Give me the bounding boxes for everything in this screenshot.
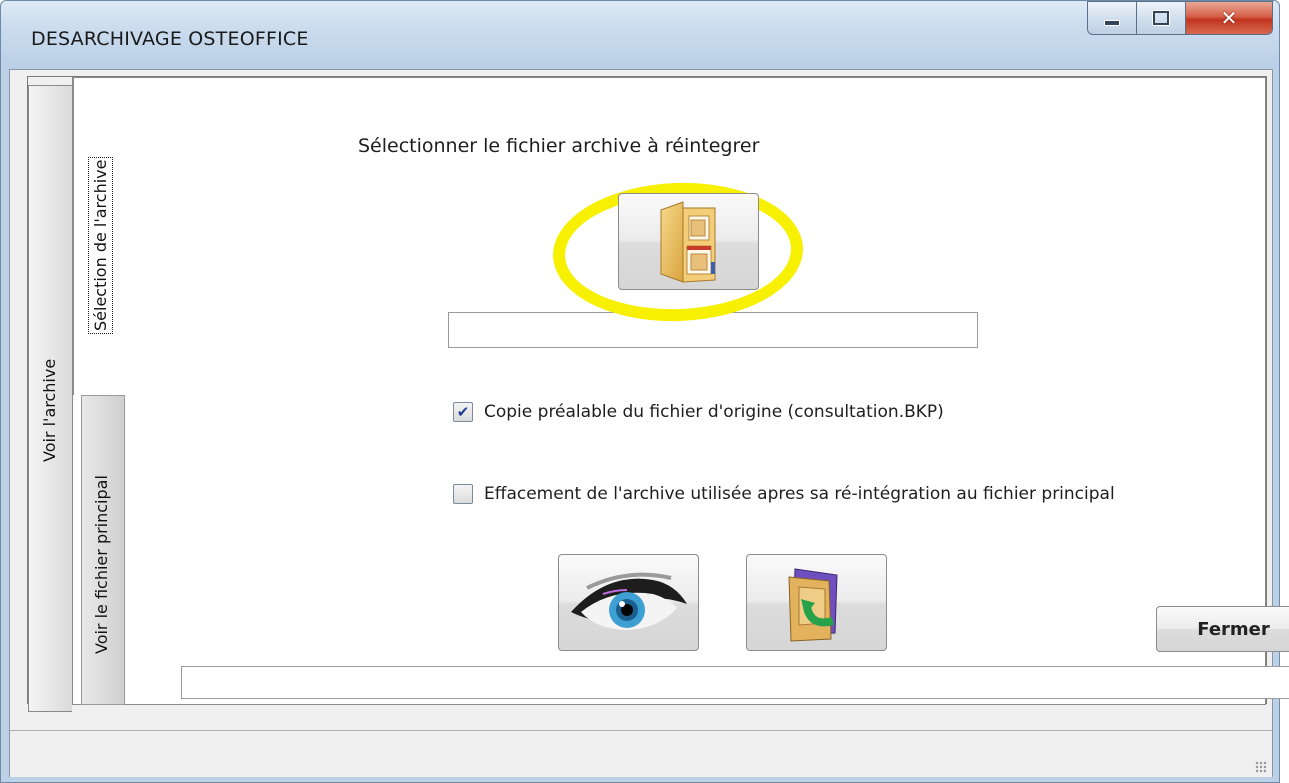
inner-tab-panel: Sélectionner le fichier archive à réinte… — [72, 77, 1289, 705]
page-heading: Sélectionner le fichier archive à réinte… — [358, 135, 760, 157]
title-bar[interactable]: DESARCHIVAGE OSTEOFFICE ✕ — [1, 1, 1279, 69]
close-icon: ✕ — [1220, 6, 1238, 30]
close-button[interactable]: Fermer — [1156, 606, 1289, 652]
view-archive-button[interactable] — [558, 554, 699, 651]
restore-archive-button[interactable] — [746, 554, 887, 651]
tab-voir-archive-label: Voir l'archive — [40, 358, 59, 462]
delete-archive-label: Effacement de l'archive utilisée apres s… — [484, 484, 1115, 504]
resize-grip-icon[interactable] — [1255, 761, 1267, 773]
delete-archive-checkbox[interactable] — [453, 484, 473, 504]
browse-archive-button[interactable] — [618, 193, 759, 290]
option-backup-copy[interactable]: ✔ Copie préalable du fichier d'origine (… — [453, 402, 944, 422]
tab-selection-archive-label: Sélection de l'archive — [90, 132, 111, 359]
folder-restore-icon — [787, 567, 838, 642]
minimize-button[interactable] — [1087, 1, 1137, 35]
window-title: DESARCHIVAGE OSTEOFFICE — [31, 28, 309, 50]
close-window-button[interactable]: ✕ — [1185, 1, 1273, 35]
tab-voir-fichier-principal-label: Voir le fichier principal — [92, 475, 111, 654]
maximize-icon — [1152, 10, 1170, 26]
tab-voir-archive[interactable]: Voir l'archive — [28, 85, 72, 712]
app-window: DESARCHIVAGE OSTEOFFICE ✕ Voir l'archive… — [0, 0, 1289, 783]
eye-icon — [570, 572, 687, 630]
backup-copy-checkbox[interactable]: ✔ — [453, 402, 473, 422]
outer-tab-panel: Voir l'archive Sélectionner le fichier a… — [27, 76, 1289, 712]
minimize-icon — [1104, 20, 1120, 26]
maximize-button[interactable] — [1136, 1, 1186, 35]
status-bar — [10, 730, 1272, 777]
status-strip — [181, 666, 1289, 699]
backup-copy-label: Copie préalable du fichier d'origine (co… — [484, 402, 944, 422]
tab-voir-fichier-principal[interactable]: Voir le fichier principal — [81, 395, 125, 705]
folder-open-icon — [660, 200, 715, 283]
client-area: Voir l'archive Sélectionner le fichier a… — [9, 69, 1289, 777]
checkmark-icon: ✔ — [456, 402, 470, 421]
tab-selection-archive[interactable]: Sélection de l'archive — [73, 77, 130, 395]
option-delete-archive[interactable]: Effacement de l'archive utilisée apres s… — [453, 484, 1115, 504]
